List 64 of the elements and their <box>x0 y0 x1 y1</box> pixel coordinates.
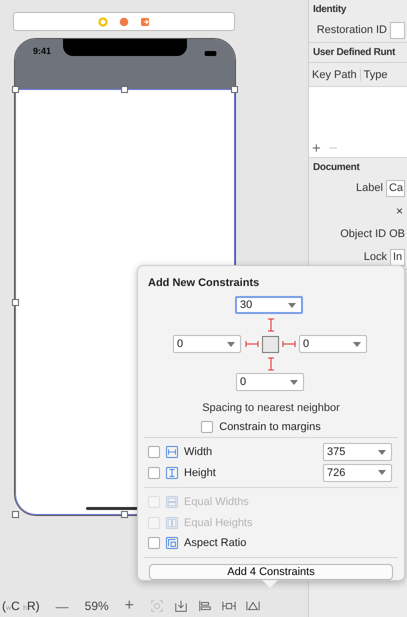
field-label: Restoration ID <box>316 24 387 36</box>
align-icon[interactable] <box>198 599 212 613</box>
resize-handle[interactable] <box>231 86 238 93</box>
constraint-label: Equal Widths <box>184 496 249 508</box>
battery-icon <box>204 51 217 56</box>
section-title: User Defined Runt <box>313 47 396 58</box>
spacing-dropdown[interactable]: 30 <box>235 296 303 314</box>
resize-handle[interactable] <box>121 511 128 518</box>
resize-handle[interactable] <box>12 299 19 306</box>
popover-title: Add New Constraints <box>148 277 260 289</box>
width-icon <box>166 446 178 458</box>
height-icon <box>166 466 178 479</box>
constraint-label: Aspect Ratio <box>184 537 246 550</box>
caret-icon <box>227 342 235 346</box>
zoom-in-button[interactable]: + <box>118 597 140 615</box>
exit-icon[interactable] <box>140 16 150 26</box>
equal-heights-icon <box>166 516 178 529</box>
i-beam-icon[interactable] <box>282 340 296 348</box>
resize-handle[interactable] <box>12 86 19 93</box>
field-label: Label <box>356 182 383 194</box>
spacing-dropdown[interactable]: 0 <box>173 335 241 353</box>
aspect-ratio-icon <box>166 537 178 550</box>
checkbox[interactable] <box>201 420 214 433</box>
i-beam-icon[interactable] <box>267 318 275 332</box>
column-header[interactable]: Type <box>360 68 407 80</box>
text-field[interactable] <box>390 22 405 38</box>
resize-handle[interactable] <box>121 86 128 93</box>
section-title: Document <box>313 162 361 173</box>
i-beam-icon[interactable] <box>267 357 275 371</box>
zoom-out-button[interactable]: — <box>50 598 75 614</box>
add-button[interactable]: + <box>309 140 324 157</box>
embed-icon[interactable] <box>174 599 188 613</box>
checkbox[interactable] <box>148 446 160 458</box>
caret-icon <box>353 342 361 346</box>
constraint-label: Height <box>184 466 216 479</box>
zoom-level: 59% <box>84 599 109 613</box>
equal-widths-icon <box>166 496 178 508</box>
i-beam-icon[interactable] <box>245 340 259 348</box>
constraint-label: Width <box>184 446 212 458</box>
value-dropdown[interactable]: 375 <box>323 443 392 462</box>
caret-icon <box>378 470 386 476</box>
constraint-label: Equal Heights <box>184 516 252 529</box>
checkbox-label: Constrain to margins <box>219 420 321 433</box>
field-value: OB <box>389 228 405 240</box>
caret-icon <box>288 302 296 308</box>
clear-button[interactable]: × <box>396 204 403 218</box>
add-constraints-button[interactable]: Add 4 Constraints <box>149 564 393 580</box>
section-title: Identity <box>313 4 348 15</box>
view-square <box>262 336 279 353</box>
checkbox[interactable] <box>148 466 160 479</box>
field-label: Object ID <box>340 228 386 240</box>
spacing-dropdown[interactable]: 0 <box>236 373 304 391</box>
resize-handle[interactable] <box>12 511 19 518</box>
status-time: 9:41 <box>33 46 52 56</box>
checkbox[interactable] <box>148 537 160 550</box>
value-dropdown[interactable]: 726 <box>323 464 392 482</box>
spacing-caption: Spacing to nearest neighbor <box>201 402 341 414</box>
column-header[interactable]: Key Path <box>309 68 361 80</box>
text-field[interactable]: Ca <box>386 180 405 196</box>
field-label: Lock <box>364 251 387 263</box>
spacing-dropdown[interactable]: 0 <box>299 335 367 353</box>
caret-icon <box>290 380 298 384</box>
dropdown[interactable]: In <box>390 248 405 266</box>
caret-icon <box>378 450 386 455</box>
